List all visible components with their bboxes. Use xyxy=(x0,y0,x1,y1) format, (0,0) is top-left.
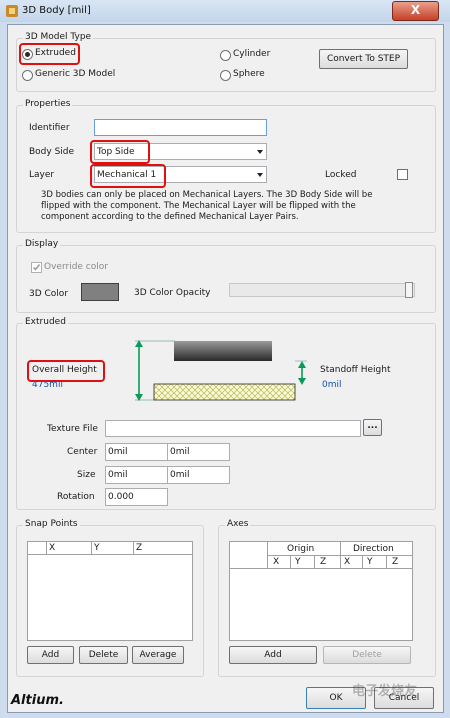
identifier-label: Identifier xyxy=(29,123,70,133)
cylinder-label: Cylinder xyxy=(233,49,271,59)
overall-height-highlight xyxy=(27,360,105,382)
locked-checkbox[interactable] xyxy=(397,169,408,180)
board-body xyxy=(153,383,296,401)
axes-group: Axes Origin Direction X Y Z X Y Z Add De… xyxy=(218,519,436,677)
axes-col-origin-z: Z xyxy=(320,557,327,567)
body-side-highlight xyxy=(90,140,150,164)
window-title: 3D Body [mil] xyxy=(22,5,91,16)
title-bar: 3D Body [mil] X xyxy=(0,0,450,22)
axes-col-direction-x: X xyxy=(344,557,351,567)
standoff-height-value[interactable]: 0mil xyxy=(322,380,342,390)
override-color-label: Override color xyxy=(44,262,108,272)
size-y-input[interactable]: 0mil xyxy=(167,466,230,484)
convert-to-step-button[interactable]: Convert To STEP xyxy=(319,49,408,69)
display-group: Display Override color 3D Color 3D Color… xyxy=(16,239,436,313)
axes-title: Axes xyxy=(225,519,251,529)
identifier-input[interactable] xyxy=(94,119,267,136)
close-button[interactable]: X xyxy=(392,1,439,21)
standoff-height-label: Standoff Height xyxy=(320,365,391,375)
snap-add-button[interactable]: Add xyxy=(27,646,74,664)
size-label: Size xyxy=(77,470,96,480)
model-type-title: 3D Model Type xyxy=(23,32,94,42)
column-z-header: Z xyxy=(136,543,143,553)
snap-points-grid-header: X Y Z xyxy=(27,541,193,555)
chevron-down-icon xyxy=(257,173,263,177)
center-x-input[interactable]: 0mil xyxy=(105,443,168,461)
layer-note-line-1: 3D bodies can only be placed on Mechanic… xyxy=(41,190,373,200)
snap-points-group: Snap Points X Y Z Add Delete Average xyxy=(16,519,204,677)
axes-col-origin-y: Y xyxy=(295,557,301,567)
center-label: Center xyxy=(67,447,98,457)
extruded-title: Extruded xyxy=(23,317,68,327)
axes-grid[interactable] xyxy=(229,569,413,641)
override-color-checkbox[interactable] xyxy=(31,262,42,273)
dialog-body: 3D Model Type Extruded Generic 3D Model … xyxy=(7,24,444,713)
properties-group: Properties Identifier Body Side Top Side… xyxy=(16,99,436,233)
extruded-highlight xyxy=(19,43,80,65)
chevron-down-icon xyxy=(257,150,263,154)
texture-file-input[interactable] xyxy=(105,420,361,437)
cylinder-radio[interactable] xyxy=(220,50,231,61)
altium-logo: Altium. xyxy=(11,693,64,708)
origin-header: Origin xyxy=(287,544,315,554)
opacity-label: 3D Color Opacity xyxy=(134,288,211,298)
layer-label: Layer xyxy=(29,170,55,180)
browse-texture-button[interactable]: ... xyxy=(363,419,382,436)
generic-3d-label: Generic 3D Model xyxy=(35,69,116,79)
sphere-label: Sphere xyxy=(233,69,265,79)
column-y-header: Y xyxy=(92,542,134,554)
display-title: Display xyxy=(23,239,61,249)
color-label: 3D Color xyxy=(29,289,69,299)
body-side-label: Body Side xyxy=(29,147,75,157)
sphere-radio[interactable] xyxy=(220,70,231,81)
color-swatch[interactable] xyxy=(81,283,119,301)
axes-col-direction-z: Z xyxy=(392,557,399,567)
component-body xyxy=(174,341,272,361)
layer-note-line-3: component according to the defined Mecha… xyxy=(41,212,299,222)
axes-col-origin-x: X xyxy=(273,557,280,567)
rotation-input[interactable]: 0.000 xyxy=(105,488,168,506)
snap-points-title: Snap Points xyxy=(23,519,80,529)
extruded-group: Extruded Overall Height 475mil Standoff … xyxy=(16,317,436,510)
standoff-arrow-icon xyxy=(298,361,306,385)
axes-grid-header: Origin Direction X Y Z X Y Z xyxy=(229,541,413,569)
row-header-cell xyxy=(28,542,47,554)
opacity-slider[interactable] xyxy=(229,282,415,298)
column-x-header: X xyxy=(47,542,92,554)
texture-file-label: Texture File xyxy=(47,424,98,434)
model-type-group: 3D Model Type Extruded Generic 3D Model … xyxy=(16,32,436,92)
watermark-text: 电子发烧友 xyxy=(352,684,418,699)
generic-3d-radio[interactable] xyxy=(22,70,33,81)
direction-header: Direction xyxy=(353,544,394,554)
axes-col-direction-y: Y xyxy=(367,557,373,567)
snap-delete-button[interactable]: Delete xyxy=(79,646,128,664)
opacity-slider-thumb[interactable] xyxy=(405,282,413,298)
locked-label: Locked xyxy=(325,170,357,180)
axes-delete-button[interactable]: Delete xyxy=(323,646,411,664)
extrusion-diagram xyxy=(135,340,307,401)
size-x-input[interactable]: 0mil xyxy=(105,466,168,484)
center-y-input[interactable]: 0mil xyxy=(167,443,230,461)
layer-highlight xyxy=(90,164,166,188)
layer-note-line-2: flipped with the component. The Mechanic… xyxy=(41,201,356,211)
snap-points-grid[interactable] xyxy=(27,555,193,641)
snap-average-button[interactable]: Average xyxy=(132,646,184,664)
axes-add-button[interactable]: Add xyxy=(229,646,317,664)
properties-title: Properties xyxy=(23,99,73,109)
rotation-label: Rotation xyxy=(57,492,95,502)
app-icon xyxy=(5,4,19,18)
